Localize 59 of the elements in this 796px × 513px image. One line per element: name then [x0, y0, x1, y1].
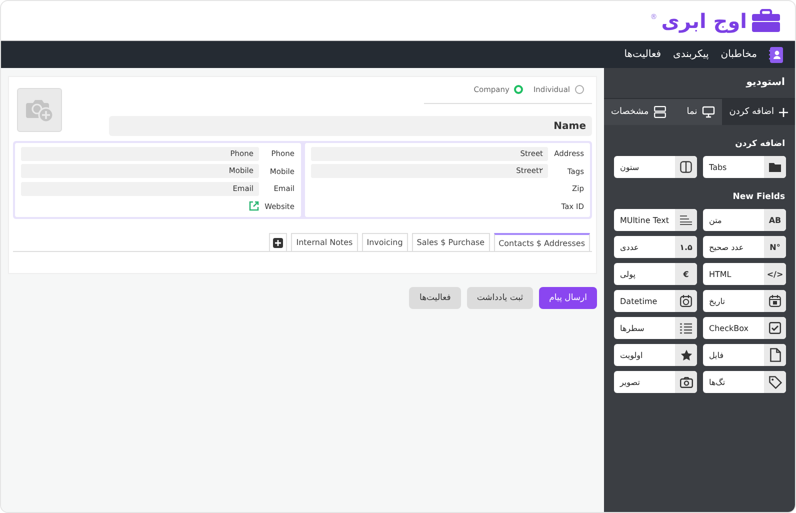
field-type-item[interactable]: اولویت	[614, 344, 697, 366]
field-glyph: N°	[770, 242, 780, 252]
folder-icon	[769, 162, 781, 172]
name-field[interactable]: Name	[109, 116, 592, 136]
section-title: اضافه کردن	[734, 138, 786, 151]
form-tab[interactable]: Invoicing	[362, 233, 408, 251]
tag-icon	[768, 376, 782, 388]
field-type-item[interactable]: ستون	[614, 156, 697, 178]
field-type-item[interactable]: € پولی	[614, 263, 697, 285]
field-glyph: AB	[768, 216, 782, 224]
field-type-item[interactable]: تاریخ	[703, 290, 786, 312]
text-lines-icon	[680, 215, 692, 225]
sidebar-tab[interactable]: مشخصات	[604, 99, 673, 125]
sidebar-tab[interactable]: نما	[672, 99, 722, 125]
add-photo-icon	[26, 97, 54, 123]
field-type-item[interactable]: فایل	[703, 344, 786, 366]
nav-link[interactable]: پیکربندی	[673, 49, 709, 60]
calendar-clock-icon	[680, 295, 692, 307]
field-type-item[interactable]: MUltine Text	[614, 209, 697, 231]
nav-link[interactable]: فعالیت‌ها	[624, 49, 662, 60]
field-glyph: ۱.۵	[680, 242, 692, 252]
field-type-item[interactable]: سطرها	[614, 317, 697, 339]
camera-icon	[680, 376, 692, 388]
field-glyph: </>	[766, 270, 784, 278]
action-button[interactable]: ثبت یادداشت	[466, 287, 534, 309]
field-type-item[interactable]: ۱.۵ عددی	[614, 236, 697, 258]
action-button[interactable]: فعالیت‌ها	[409, 287, 461, 309]
field-type-item[interactable]: تگ‌ها	[703, 371, 786, 393]
monitor-icon	[702, 106, 716, 118]
sidebar-tab[interactable]: اضافه کردن	[722, 99, 795, 125]
logo-text: اوج ابری	[661, 8, 747, 32]
nav-link[interactable]: مخاطبان	[720, 49, 757, 60]
add-tab-button[interactable]	[269, 233, 288, 251]
form-tab[interactable]: Sales $ Purchase	[412, 233, 490, 251]
external-link-icon[interactable]	[248, 201, 258, 212]
field-type-item[interactable]: تصویر	[614, 371, 697, 393]
photo-upload-button[interactable]	[17, 88, 62, 132]
server-icon	[654, 106, 666, 118]
action-button[interactable]: ارسال پیام	[539, 287, 597, 309]
radio-button[interactable]	[514, 85, 524, 94]
briefcase-icon	[751, 8, 781, 32]
star-icon	[680, 348, 692, 362]
field-type-item[interactable]: Tabs	[703, 156, 786, 178]
radio-button[interactable]	[575, 85, 584, 94]
plus-icon	[779, 108, 788, 116]
calendar-icon	[769, 295, 781, 307]
column-icon	[680, 161, 692, 173]
field-type-item[interactable]: Datetime	[614, 290, 697, 312]
field-glyph: €	[683, 270, 689, 278]
list-icon	[680, 322, 692, 334]
field-type-item[interactable]: </> HTML	[703, 263, 786, 285]
plus-icon	[273, 238, 284, 248]
form-tab[interactable]: Internal Notes	[291, 233, 358, 251]
checkbox-icon	[769, 322, 781, 334]
section-title: New Fields	[732, 191, 786, 204]
field-type-item[interactable]: CheckBox	[703, 317, 786, 339]
contacts-icon[interactable]	[769, 46, 783, 62]
file-icon	[770, 348, 780, 362]
form-tab[interactable]: Contacts $ Addresses	[494, 233, 590, 251]
